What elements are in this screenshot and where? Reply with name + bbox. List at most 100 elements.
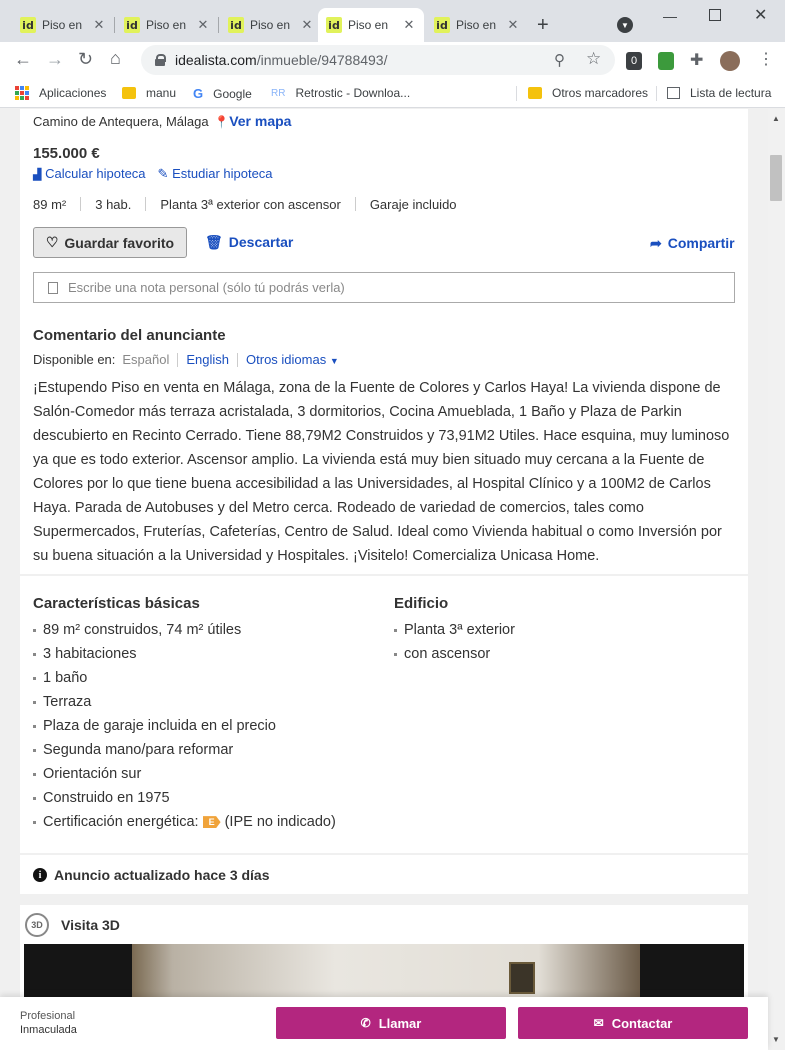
list-item: Orientación sur <box>33 762 336 786</box>
call-label: Llamar <box>378 1015 422 1031</box>
bookmark-label: manu <box>146 86 177 100</box>
divider <box>177 352 179 367</box>
visit-3d-title: Visita 3D <box>61 917 120 933</box>
bookmark-retrostic[interactable]: RR Retrostic - Downloa... <box>271 86 410 100</box>
call-button[interactable]: ✆ Llamar <box>276 1007 506 1039</box>
visit-3d-header: 3D Visita 3D <box>25 913 120 937</box>
comment-title: Comentario del anunciante <box>33 327 226 344</box>
advertiser-name: Inmaculada <box>20 1024 77 1036</box>
feature-area: 89 m² <box>33 197 67 212</box>
bookmark-star-icon[interactable]: ☆ <box>586 49 601 69</box>
window-close-icon[interactable]: ✕ <box>754 5 767 25</box>
back-icon[interactable]: ← <box>14 49 32 70</box>
close-tab-icon[interactable]: ✕ <box>92 17 106 33</box>
scroll-down-icon[interactable]: ▼ <box>772 1035 780 1044</box>
extension-counter-icon[interactable]: 0 <box>626 52 642 70</box>
divider <box>145 197 147 211</box>
energy-cert-note: (IPE no indicado) <box>224 814 336 830</box>
address-text: Camino de Antequera, Málaga <box>33 114 209 129</box>
bookmark-reading-list[interactable]: Lista de lectura <box>667 86 771 100</box>
list-item: con ascensor <box>394 642 515 666</box>
list-item: Planta 3ª exterior <box>394 618 515 642</box>
forward-icon[interactable]: → <box>46 49 64 70</box>
pencil-icon: ✎ <box>157 166 169 181</box>
idealista-favicon-icon: id <box>434 17 450 33</box>
personal-note-field[interactable]: Escribe una nota personal (sólo tú podrá… <box>33 272 735 303</box>
extensions-puzzle-icon[interactable]: ✚ <box>690 50 703 70</box>
lang-english-link[interactable]: English <box>186 352 229 367</box>
bookmarks-divider <box>516 86 517 101</box>
energy-cert-item: Certificación energética: E (IPE no indic… <box>33 810 336 834</box>
lang-spanish: Español <box>122 352 170 367</box>
wall-picture <box>509 962 535 994</box>
bookmark-google[interactable]: G Google <box>193 86 252 101</box>
idealista-favicon-icon: id <box>20 17 36 33</box>
tab-label: Piso en <box>250 18 291 32</box>
browser-tab[interactable]: id Piso en ✕ <box>426 8 528 42</box>
bookmark-other[interactable]: Otros marcadores <box>528 86 648 100</box>
close-tab-icon[interactable]: ✕ <box>196 17 210 33</box>
google-g-icon: G <box>193 86 204 101</box>
browser-tab[interactable]: id Piso en ✕ <box>116 8 218 42</box>
caret-down-icon: ▼ <box>329 356 339 366</box>
menu-kebab-icon[interactable]: ⋮ <box>758 49 774 69</box>
list-item: Terraza <box>33 690 336 714</box>
phone-icon: ✆ <box>360 1016 371 1030</box>
feature-summary: 89 m² 3 hab. Planta 3ª exterior con asce… <box>33 197 457 212</box>
see-map-label: Ver mapa <box>229 113 292 129</box>
share-button[interactable]: ➦ Compartir <box>650 235 735 252</box>
other-languages-dropdown[interactable]: Otros idiomas ▼ <box>246 352 339 367</box>
close-tab-icon[interactable]: ✕ <box>506 17 520 33</box>
maximize-icon[interactable] <box>709 9 721 21</box>
bookmark-apps[interactable]: Aplicaciones <box>15 86 106 100</box>
page-scrollbar[interactable]: ▲ ▼ <box>768 109 785 1050</box>
energy-rating-badge: E <box>202 816 221 829</box>
close-tab-icon[interactable]: ✕ <box>402 17 416 33</box>
reading-list-icon <box>667 87 680 99</box>
3d-icon: 3D <box>25 913 49 937</box>
save-favorite-label: Guardar favorito <box>64 234 175 251</box>
scroll-up-icon[interactable]: ▲ <box>772 114 780 123</box>
see-map-link[interactable]: 📍Ver mapa <box>214 113 291 129</box>
discard-button[interactable]: 🗑 Descartar <box>205 234 293 251</box>
list-item: 1 baño <box>33 666 336 690</box>
feature-rooms: 3 hab. <box>95 197 132 212</box>
updated-text: Anuncio actualizado hace 3 días <box>54 867 270 883</box>
bookmark-label: Google <box>213 86 252 101</box>
divider <box>237 352 239 367</box>
bookmark-manu[interactable]: manu <box>122 86 176 100</box>
list-item: Plaza de garaje incluida en el precio <box>33 714 336 738</box>
list-item: 3 habitaciones <box>33 642 336 666</box>
browser-tab[interactable]: id Piso en ✕ <box>12 8 114 42</box>
new-tab-icon[interactable]: + <box>537 14 549 37</box>
share-label: Compartir <box>667 235 735 251</box>
scrollbar-thumb[interactable] <box>770 155 782 201</box>
bookmarks-bar: Aplicaciones manu G Google RR Retrostic … <box>0 79 785 108</box>
url-path: /inmueble/94788493/ <box>256 52 388 68</box>
tab-strip: id Piso en ✕ id Piso en ✕ id Piso en ✕ i… <box>0 0 785 42</box>
reload-icon[interactable]: ↻ <box>78 49 93 70</box>
tab-search-icon[interactable]: ▼ <box>617 17 633 33</box>
minimize-icon[interactable]: — <box>663 8 677 24</box>
home-icon[interactable]: ⌂ <box>110 48 121 69</box>
browser-tab[interactable]: id Piso en ✕ <box>220 8 322 42</box>
contact-button[interactable]: ✉ Contactar <box>518 1007 748 1039</box>
feature-floor: Planta 3ª exterior con ascensor <box>160 197 341 212</box>
browser-tab-active[interactable]: id Piso en ✕ <box>318 8 424 42</box>
close-tab-icon[interactable]: ✕ <box>300 17 314 33</box>
calc-mortgage-link[interactable]: ▟ Calcular hipoteca <box>33 166 146 182</box>
study-mortgage-link[interactable]: ✎ Estudiar hipoteca <box>158 166 273 182</box>
list-item: 89 m² construidos, 74 m² útiles <box>33 618 336 642</box>
heart-icon: ♡ <box>45 234 59 250</box>
list-item: Construido en 1975 <box>33 786 336 810</box>
map-pin-icon: 📍 <box>214 115 230 129</box>
address-bar[interactable]: idealista.com/inmueble/94788493/ <box>141 45 615 75</box>
updated-notice: i Anuncio actualizado hace 3 días <box>33 867 270 883</box>
zoom-icon[interactable]: ⚲ <box>554 51 565 69</box>
save-favorite-button[interactable]: ♡ Guardar favorito <box>33 227 187 258</box>
profile-avatar[interactable] <box>720 51 740 71</box>
bookmark-label: Lista de lectura <box>690 86 772 100</box>
comment-text: ¡Estupendo Piso en venta en Málaga, zona… <box>33 380 730 564</box>
extension-green-icon[interactable] <box>658 52 674 70</box>
apps-grid-icon <box>15 86 29 100</box>
